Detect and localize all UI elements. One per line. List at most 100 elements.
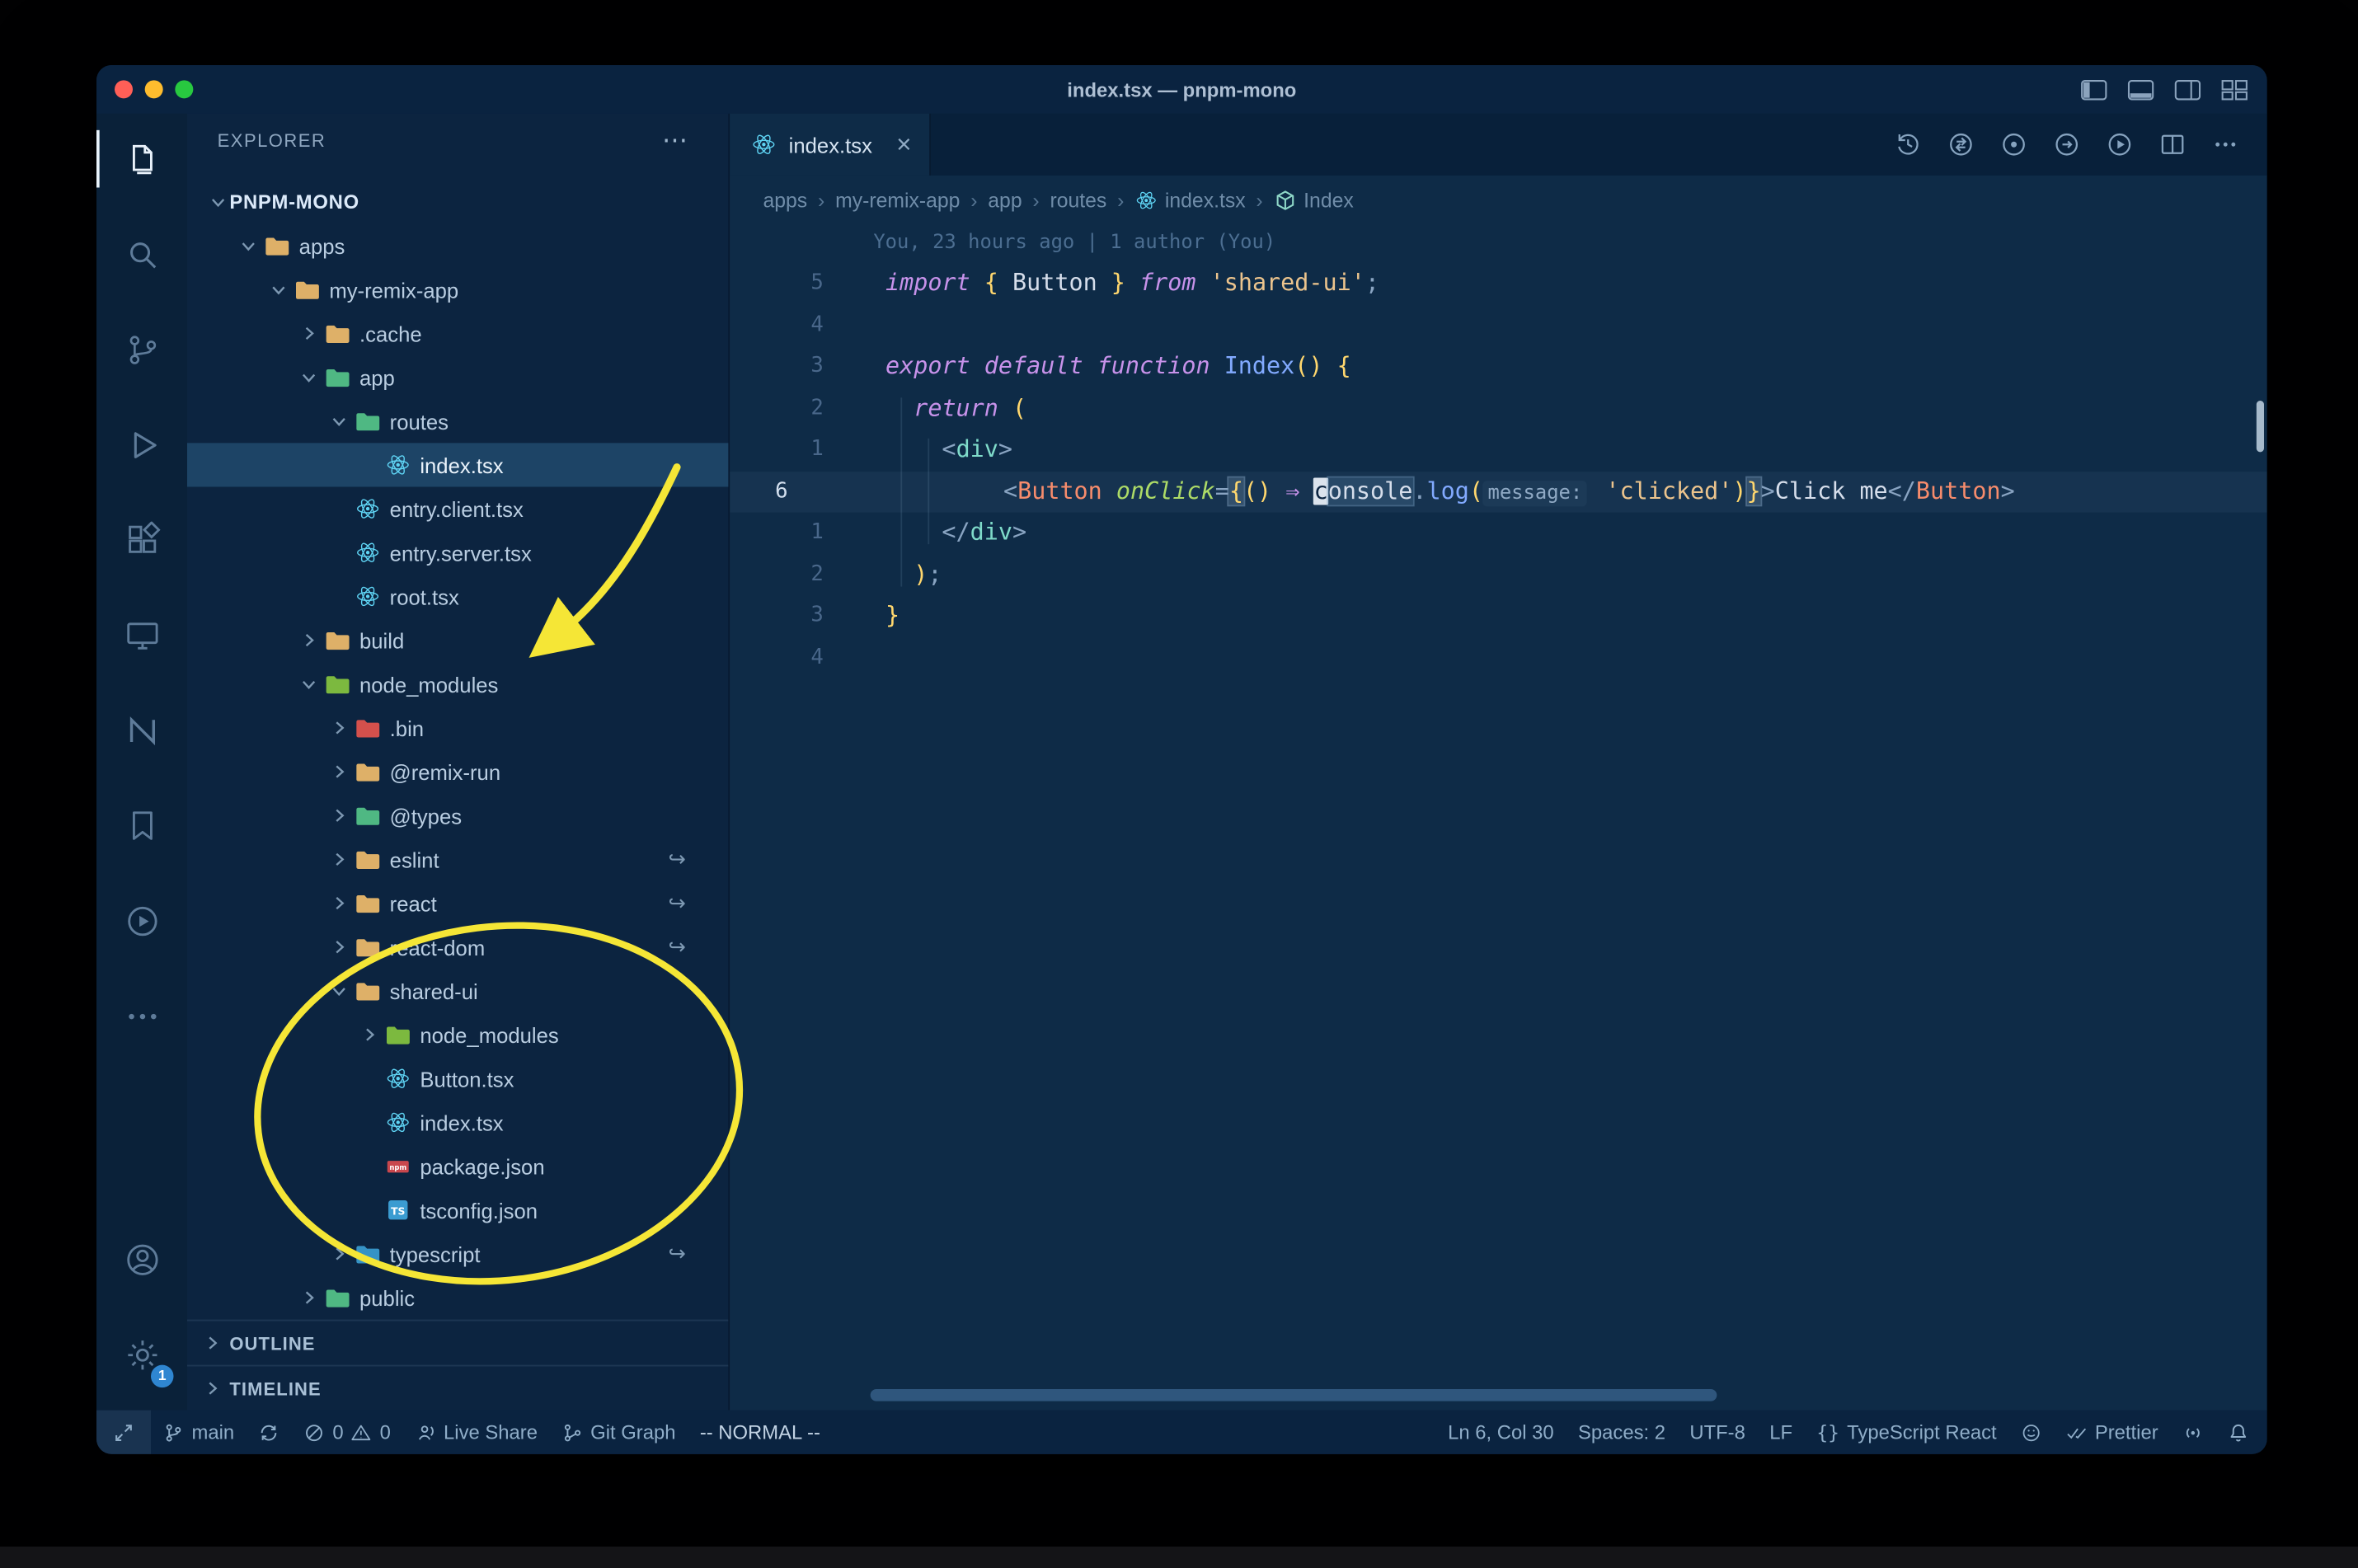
feedback[interactable] — [2008, 1411, 2054, 1454]
tree-item-index-tsx[interactable]: index.tsx — [186, 443, 729, 487]
chevron-down-icon[interactable] — [296, 672, 320, 696]
tree-item-types[interactable]: @types — [187, 794, 728, 838]
line-number[interactable]: 2 — [730, 387, 835, 429]
screencast[interactable] — [2170, 1411, 2215, 1454]
tree-item-entry-client-tsx[interactable]: entry.client.tsx — [187, 486, 728, 530]
code-line[interactable]: 1 <div> — [730, 430, 2266, 471]
circle-arrow-icon[interactable] — [2052, 130, 2081, 159]
line-number[interactable]: 6 — [730, 471, 869, 512]
chevron-down-icon[interactable] — [326, 409, 350, 433]
bookmarks-icon[interactable] — [96, 783, 187, 868]
explorer-icon[interactable] — [96, 116, 187, 201]
close-window-button[interactable] — [114, 80, 133, 99]
horizontal-scrollbar[interactable] — [870, 1388, 1717, 1401]
search-icon[interactable] — [96, 212, 187, 297]
tree-item-bin[interactable]: .bin — [187, 706, 728, 749]
vim-mode[interactable]: -- NORMAL -- — [688, 1411, 832, 1454]
tree-item-react[interactable]: react ↪ — [187, 881, 728, 925]
tree-item-public[interactable]: public — [187, 1275, 728, 1319]
code-line[interactable]: 6 <Button onClick={() ⇒ console.log(mess… — [730, 471, 2267, 513]
code-line[interactable]: 2 return ( — [730, 387, 2266, 429]
more-h-icon[interactable] — [2211, 130, 2240, 159]
chevron-right-icon[interactable] — [326, 804, 350, 828]
chevron-right-icon[interactable] — [326, 935, 350, 959]
split-icon[interactable] — [2158, 130, 2187, 159]
customize-layout-icon[interactable] — [2220, 78, 2249, 101]
tree-item-remix-run[interactable]: @remix-run — [187, 749, 728, 793]
extensions-icon[interactable] — [96, 497, 187, 582]
formatter[interactable]: Prettier — [2054, 1411, 2170, 1454]
circle-dot-icon[interactable] — [1999, 130, 2028, 159]
chevron-down-icon[interactable] — [296, 365, 320, 389]
accounts-icon[interactable] — [96, 1217, 187, 1302]
tree-item-button-tsx[interactable]: Button.tsx — [187, 1057, 728, 1101]
git-graph[interactable]: Git Graph — [550, 1411, 688, 1454]
line-number[interactable]: 4 — [730, 305, 835, 346]
breadcrumb-item-routes[interactable]: routes — [1050, 188, 1107, 210]
line-number[interactable]: 3 — [730, 595, 835, 636]
git-branch[interactable]: main — [151, 1411, 247, 1454]
line-number[interactable]: 2 — [730, 554, 835, 595]
source-control-icon[interactable] — [96, 307, 187, 392]
chevron-right-icon[interactable] — [356, 1022, 380, 1046]
run-debug-icon[interactable] — [96, 402, 187, 487]
toggle-panel-left-icon[interactable] — [2079, 78, 2108, 101]
tree-item-node-modules[interactable]: node_modules — [187, 662, 728, 706]
code-line[interactable]: 2 ); — [730, 554, 2266, 595]
line-number[interactable]: 1 — [730, 513, 835, 554]
encoding[interactable]: UTF-8 — [1678, 1411, 1758, 1454]
chevron-right-icon[interactable] — [326, 759, 350, 783]
tree-item-tsconfig-json[interactable]: TS tsconfig.json — [187, 1188, 728, 1232]
chevron-right-icon[interactable] — [296, 628, 320, 652]
sync-changes[interactable] — [247, 1411, 292, 1454]
code-editor[interactable]: You, 23 hours ago | 1 author (You) 5 impo… — [730, 223, 2267, 1410]
line-number[interactable]: 1 — [730, 430, 835, 471]
tree-item-build[interactable]: build — [187, 618, 728, 662]
language-mode[interactable]: {} TypeScript React — [1805, 1411, 2009, 1454]
toggle-panel-bottom-icon[interactable] — [2126, 78, 2155, 101]
play-circle2-icon[interactable] — [2105, 130, 2134, 159]
tree-item-root-tsx[interactable]: root.tsx — [187, 575, 728, 618]
breadcrumb-item-my-remix-app[interactable]: my-remix-app — [835, 188, 960, 210]
code-line[interactable]: 3 export default function Index() { — [730, 346, 2266, 387]
outline-section[interactable]: OUTLINE — [186, 1319, 729, 1365]
cursor-position[interactable]: Ln 6, Col 30 — [1435, 1411, 1566, 1454]
minimize-window-button[interactable] — [144, 80, 163, 99]
indentation[interactable]: Spaces: 2 — [1566, 1411, 1677, 1454]
nx-console-icon[interactable] — [96, 688, 187, 772]
tree-item-pnpm-mono[interactable]: PNPM-MONO — [187, 180, 728, 223]
chevron-right-icon[interactable] — [326, 891, 350, 915]
chevron-down-icon[interactable] — [326, 979, 350, 1002]
chevron-right-icon[interactable] — [296, 322, 320, 345]
tree-item-routes[interactable]: routes — [187, 399, 728, 443]
zoom-window-button[interactable] — [175, 80, 194, 99]
chevron-right-icon[interactable] — [326, 847, 350, 871]
tab-index-tsx[interactable]: index.tsx × — [730, 113, 932, 176]
tree-item-index-tsx[interactable]: index.tsx — [187, 1101, 728, 1144]
remote-indicator[interactable] — [96, 1410, 151, 1454]
breadcrumb-item-index[interactable]: Index — [1274, 188, 1354, 211]
tree-item-cache[interactable]: .cache — [187, 312, 728, 355]
tree-item-shared-ui[interactable]: shared-ui — [187, 969, 728, 1012]
line-number[interactable]: 5 — [730, 263, 835, 304]
close-icon[interactable]: × — [896, 129, 911, 160]
live-share[interactable]: Live Share — [403, 1411, 550, 1454]
tree-item-typescript[interactable]: typescript ↪ — [187, 1232, 728, 1275]
tree-item-apps[interactable]: apps — [187, 223, 728, 267]
breadcrumb-item-apps[interactable]: apps — [763, 188, 807, 210]
breadcrumb-item-app[interactable]: app — [988, 188, 1022, 210]
tree-item-entry-server-tsx[interactable]: entry.server.tsx — [187, 531, 728, 575]
line-number[interactable]: 3 — [730, 346, 835, 387]
remote-explorer-icon[interactable] — [96, 593, 187, 678]
code-line[interactable]: 3} — [730, 595, 2266, 636]
tree-item-eslint[interactable]: eslint ↪ — [187, 838, 728, 881]
code-line[interactable]: 4 — [730, 637, 2266, 678]
tree-item-package-json[interactable]: npm package.json — [187, 1144, 728, 1188]
code-line[interactable]: 1 </div> — [730, 513, 2266, 554]
tree-item-node-modules[interactable]: node_modules — [187, 1012, 728, 1056]
gitlens-icon[interactable] — [96, 878, 187, 963]
code-line[interactable]: 4 — [730, 305, 2266, 346]
history-icon[interactable] — [1894, 130, 1923, 159]
code-line[interactable]: 5 import { Button } from 'shared-ui'; — [730, 263, 2266, 304]
chevron-down-icon[interactable] — [265, 278, 289, 302]
